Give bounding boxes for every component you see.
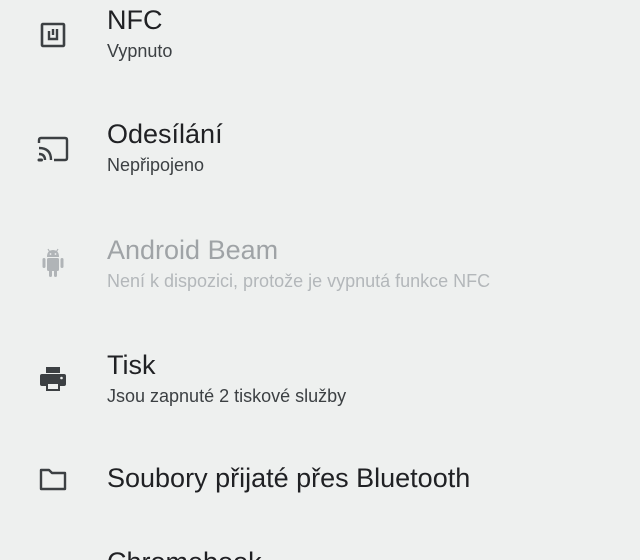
printer-icon (36, 362, 70, 396)
cast-icon (36, 132, 70, 166)
settings-item-summary: Nepřipojeno (107, 155, 205, 175)
settings-item-nfc[interactable]: NFC Vypnuto (0, 0, 640, 100)
settings-item-summary: Vypnuto (107, 41, 173, 61)
settings-item-cast[interactable]: Odesílání Nepřipojeno (0, 100, 640, 216)
folder-icon (36, 462, 70, 496)
settings-item-print[interactable]: Tisk Jsou zapnuté 2 tiskové služby (0, 332, 640, 446)
settings-item-title: Tisk (107, 350, 156, 380)
settings-item-title: NFC (107, 5, 163, 35)
nfc-icon (36, 18, 70, 52)
settings-item-android-beam: Android Beam Není k dispozici, protože j… (0, 216, 640, 332)
settings-item-summary: Není k dispozici, protože je vypnutá fun… (107, 271, 491, 291)
settings-item-title: Android Beam (107, 235, 279, 265)
settings-item-summary: Jsou zapnuté 2 tiskové služby (107, 386, 347, 406)
settings-item-title: Chromebook (107, 546, 624, 560)
settings-item-chromebook[interactable]: Chromebook (0, 536, 640, 560)
settings-list: NFC Vypnuto Odesílání Nepřipojeno Androi… (0, 0, 640, 560)
settings-item-bluetooth-files[interactable]: Soubory přijaté přes Bluetooth (0, 446, 640, 536)
settings-item-title: Soubory přijaté přes Bluetooth (107, 463, 471, 493)
android-icon (36, 246, 70, 280)
settings-item-title: Odesílání (107, 119, 223, 149)
